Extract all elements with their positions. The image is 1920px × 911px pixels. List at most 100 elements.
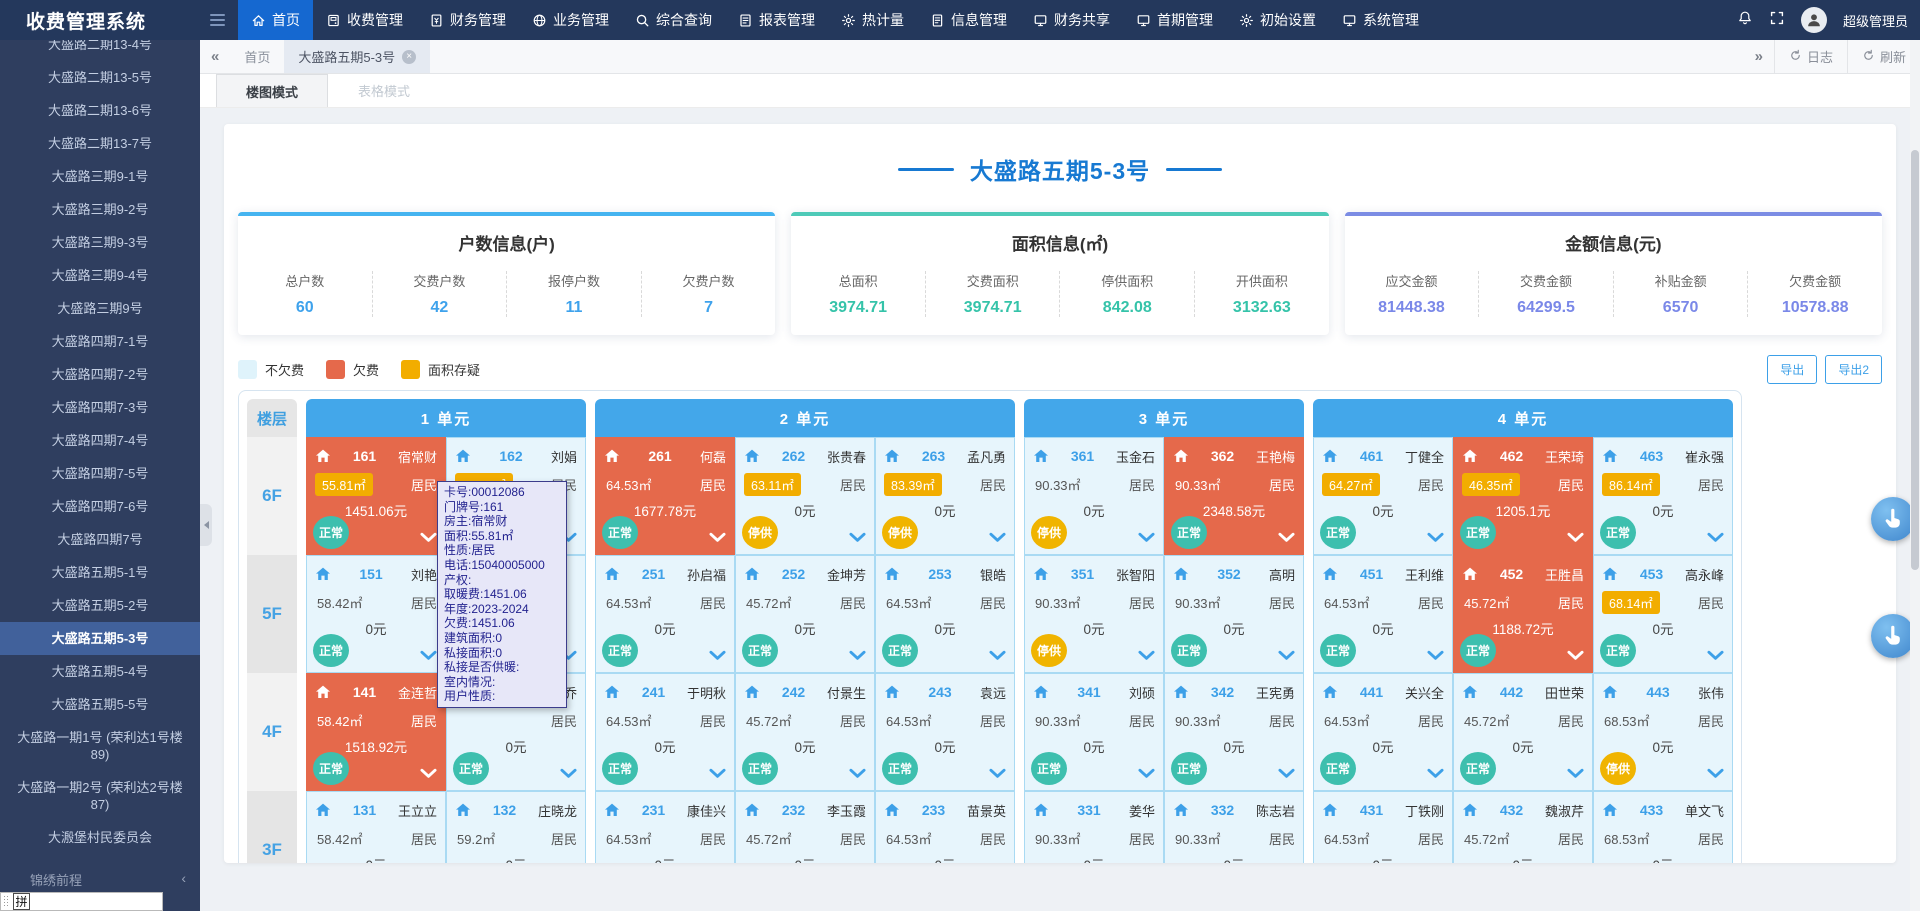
nav-item[interactable]: 收费管理	[313, 0, 416, 40]
sidebar-item[interactable]: 大溵堡村民委员会	[0, 821, 200, 854]
nav-item[interactable]: 业务管理	[519, 0, 622, 40]
sidebar-item[interactable]: 大盛路四期7-1号	[0, 325, 200, 358]
room-cell[interactable]: 132庄晓龙59.2㎡居民0元正常	[446, 791, 586, 863]
sidebar-item[interactable]: 大盛路四期7号	[0, 523, 200, 556]
room-cell[interactable]: 161宿常财55.81㎡居民1451.06元正常	[306, 437, 446, 555]
fullscreen-icon[interactable]	[1769, 10, 1785, 31]
room-cell[interactable]: 263孟凡勇83.39㎡居民0元停供	[875, 437, 1015, 555]
sidebar-item[interactable]: 大盛路五期5-4号	[0, 655, 200, 688]
room-cell[interactable]: 251孙启福64.53㎡居民0元正常	[595, 555, 735, 673]
nav-item[interactable]: 综合查询	[622, 0, 725, 40]
room-cell[interactable]: 233苗景英64.53㎡居民0元停供	[875, 791, 1015, 863]
sidebar-item[interactable]: 大盛路三期9-3号	[0, 226, 200, 259]
room-cell[interactable]: 361玉金石90.33㎡居民0元停供	[1024, 437, 1164, 555]
room-cell[interactable]: 231康佳兴64.53㎡居民0元正常	[595, 791, 735, 863]
room-cell[interactable]: 241于明秋64.53㎡居民0元正常	[595, 673, 735, 791]
current-user[interactable]: 超级管理员	[1843, 11, 1908, 30]
room-cell[interactable]: 243袁远64.53㎡居民0元正常	[875, 673, 1015, 791]
sidebar-item[interactable]: 大盛路五期5-2号	[0, 589, 200, 622]
log-button[interactable]: 日志	[1774, 40, 1847, 73]
room-cell[interactable]: 443张伟68.53㎡居民0元停供	[1593, 673, 1733, 791]
tab-home[interactable]: 首页	[230, 40, 284, 73]
sidebar-item[interactable]: 大盛路三期9号	[0, 292, 200, 325]
room-cell[interactable]: 242付景生45.72㎡居民0元正常	[735, 673, 875, 791]
tab-building[interactable]: 大盛路五期5-3号	[284, 40, 430, 73]
sidebar-item[interactable]: 大盛路五期5-5号	[0, 688, 200, 721]
nav-item[interactable]: 系统管理	[1329, 0, 1432, 40]
tab-floorplan-mode[interactable]: 楼图模式	[216, 74, 328, 107]
sidebar-item[interactable]: 大盛路三期9-1号	[0, 160, 200, 193]
sidebar-item[interactable]: 大盛路五期5-3号	[0, 622, 200, 655]
nav-item[interactable]: 首页	[238, 0, 313, 40]
room-cell[interactable]: 352高明90.33㎡居民0元正常	[1164, 555, 1304, 673]
room-cell[interactable]: 442田世荣45.72㎡居民0元正常	[1453, 673, 1593, 791]
sidebar-item[interactable]: 大盛路二期13-5号	[0, 61, 200, 94]
room-cell[interactable]: 452王胜昌45.72㎡居民1188.72元正常	[1453, 555, 1593, 673]
room-cell[interactable]: 261何磊64.53㎡居民1677.78元正常	[595, 437, 735, 555]
avatar[interactable]	[1801, 7, 1827, 33]
sidebar-item[interactable]: 大盛路二期13-4号	[0, 40, 200, 61]
scroll-hand-down-button[interactable]	[1871, 614, 1915, 658]
nav-item[interactable]: 信息管理	[917, 0, 1020, 40]
room-cell[interactable]: 342王宪勇90.33㎡居民0元正常	[1164, 673, 1304, 791]
sidebar-item[interactable]: 大盛路四期7-4号	[0, 424, 200, 457]
room-cell[interactable]: 463崔永强86.14㎡居民0元正常	[1593, 437, 1733, 555]
export2-button[interactable]: 导出2	[1825, 355, 1882, 384]
tabs-scroll-left-icon[interactable]: «	[200, 48, 230, 65]
sidebar-item[interactable]: 大盛路四期7-6号	[0, 490, 200, 523]
menu-toggle-icon[interactable]	[200, 14, 234, 26]
room-cell[interactable]: 362王艳梅90.33㎡居民2348.58元正常	[1164, 437, 1304, 555]
nav-item[interactable]: 财务共享	[1020, 0, 1123, 40]
room-cell[interactable]: 252金坤芳45.72㎡居民0元正常	[735, 555, 875, 673]
tabs-scroll-right-icon[interactable]: »	[1744, 48, 1774, 65]
nav-item[interactable]: 财务管理	[416, 0, 519, 40]
room-cell[interactable]: 433单文飞68.53㎡居民0元停供	[1593, 791, 1733, 863]
room-cell[interactable]: 431丁铁刚64.53㎡居民0元正常	[1313, 791, 1453, 863]
sidebar-item[interactable]: 大盛路二期13-7号	[0, 127, 200, 160]
sidebar-item[interactable]: 大盛路四期7-2号	[0, 358, 200, 391]
room-cell[interactable]: 253银皓64.53㎡居民0元正常	[875, 555, 1015, 673]
close-icon[interactable]	[402, 50, 416, 64]
sidebar-item[interactable]: 大盛路三期9-4号	[0, 259, 200, 292]
room-cell[interactable]: 131王立立58.42㎡居民0元正常	[306, 791, 446, 863]
room-cell[interactable]: 341刘硕90.33㎡居民0元正常	[1024, 673, 1164, 791]
room-cell[interactable]: 451王利维64.53㎡居民0元正常	[1313, 555, 1453, 673]
nav-item[interactable]: 报表管理	[725, 0, 828, 40]
sidebar-item[interactable]: 大盛路一期2号 (荣利达2号楼87)	[0, 771, 200, 821]
room-cell[interactable]: 432魏淑芹45.72㎡居民0元正常	[1453, 791, 1593, 863]
room-cell[interactable]: 141金连哲58.42㎡居民1518.92元正常	[306, 673, 446, 791]
nav-item[interactable]: 热计量	[828, 0, 917, 40]
room-cell[interactable]: 453高永峰68.14㎡居民0元正常	[1593, 555, 1733, 673]
scrollbar-thumb[interactable]	[1911, 150, 1919, 570]
window-scrollbar[interactable]	[1910, 40, 1920, 911]
room-cell[interactable]: 232李玉霞45.72㎡居民0元正常	[735, 791, 875, 863]
room-cell[interactable]: 151刘艳58.42㎡居民0元正常	[306, 555, 446, 673]
room-cell-footer: 停供	[1031, 516, 1155, 549]
sidebar-collapse-handle[interactable]	[200, 504, 212, 546]
sidebar-item[interactable]: 大盛路三期9-2号	[0, 193, 200, 226]
room-cell[interactable]: 351张智阳90.33㎡居民0元停供	[1024, 555, 1164, 673]
room-cell[interactable]: 332陈志岩90.33㎡居民0元正常	[1164, 791, 1304, 863]
sidebar-item[interactable]: 大盛路二期13-6号	[0, 94, 200, 127]
stat-label: 补贴金额	[1614, 271, 1748, 290]
sidebar-item[interactable]: 大盛路四期7-5号	[0, 457, 200, 490]
sidebar-item[interactable]: 大盛路五期5-1号	[0, 556, 200, 589]
nav-item[interactable]: 初始设置	[1226, 0, 1329, 40]
tab-table-mode[interactable]: 表格模式	[328, 74, 440, 107]
room-number: 162	[471, 448, 551, 464]
owed-amount: 0元	[884, 854, 1006, 863]
room-cell[interactable]: 441关兴全64.53㎡居民0元正常	[1313, 673, 1453, 791]
chevron-left-icon[interactable]: ‹	[181, 870, 186, 886]
scroll-hand-up-button[interactable]	[1871, 497, 1915, 541]
bell-icon[interactable]	[1737, 10, 1753, 31]
sidebar-item[interactable]: 大盛路四期7-3号	[0, 391, 200, 424]
ime-drag-handle[interactable]	[3, 895, 10, 908]
nav-item[interactable]: 首期管理	[1123, 0, 1226, 40]
export-button[interactable]: 导出	[1767, 355, 1817, 384]
room-cell[interactable]: 262张贵春63.11㎡居民0元停供	[735, 437, 875, 555]
sidebar-item[interactable]: 大盛路一期1号 (荣利达1号楼89)	[0, 721, 200, 771]
room-cell[interactable]: 462王荣琦46.35㎡居民1205.1元正常	[1453, 437, 1593, 555]
room-cell[interactable]: 331姜华90.33㎡居民0元停供	[1024, 791, 1164, 863]
ime-mode-indicator[interactable]: 拼	[13, 893, 30, 910]
room-cell[interactable]: 461丁健全64.27㎡居民0元正常	[1313, 437, 1453, 555]
